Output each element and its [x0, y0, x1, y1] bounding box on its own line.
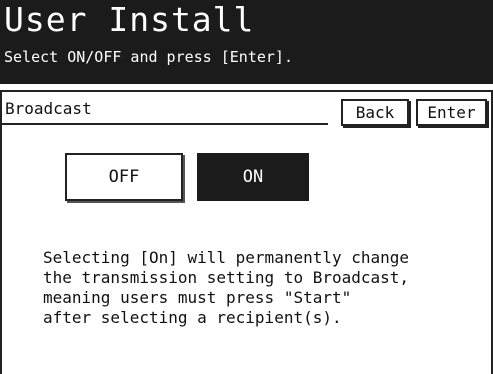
page-instruction: Select ON/OFF and press [Enter]. [4, 48, 293, 66]
warning-message: Selecting [On] will permanently change t… [43, 248, 483, 328]
message-line: the transmission setting to Broadcast, [43, 268, 410, 287]
back-button[interactable]: Back [341, 99, 409, 126]
header-bar: User Install Select ON/OFF and press [En… [0, 0, 493, 84]
setting-name-label: Broadcast [5, 99, 92, 118]
off-option-button[interactable]: OFF [65, 153, 183, 201]
label-underline-divider [2, 123, 328, 125]
on-option-button[interactable]: ON [197, 153, 309, 201]
settings-panel: Broadcast Back Enter OFF ON Selecting [O… [0, 90, 493, 374]
page-title: User Install [4, 0, 255, 39]
message-line: after selecting a recipient(s). [43, 308, 342, 327]
enter-button[interactable]: Enter [416, 99, 487, 126]
message-line: meaning users must press "Start" [43, 288, 352, 307]
message-line: Selecting [On] will permanently change [43, 248, 410, 267]
fax-touch-screen: User Install Select ON/OFF and press [En… [0, 0, 493, 374]
